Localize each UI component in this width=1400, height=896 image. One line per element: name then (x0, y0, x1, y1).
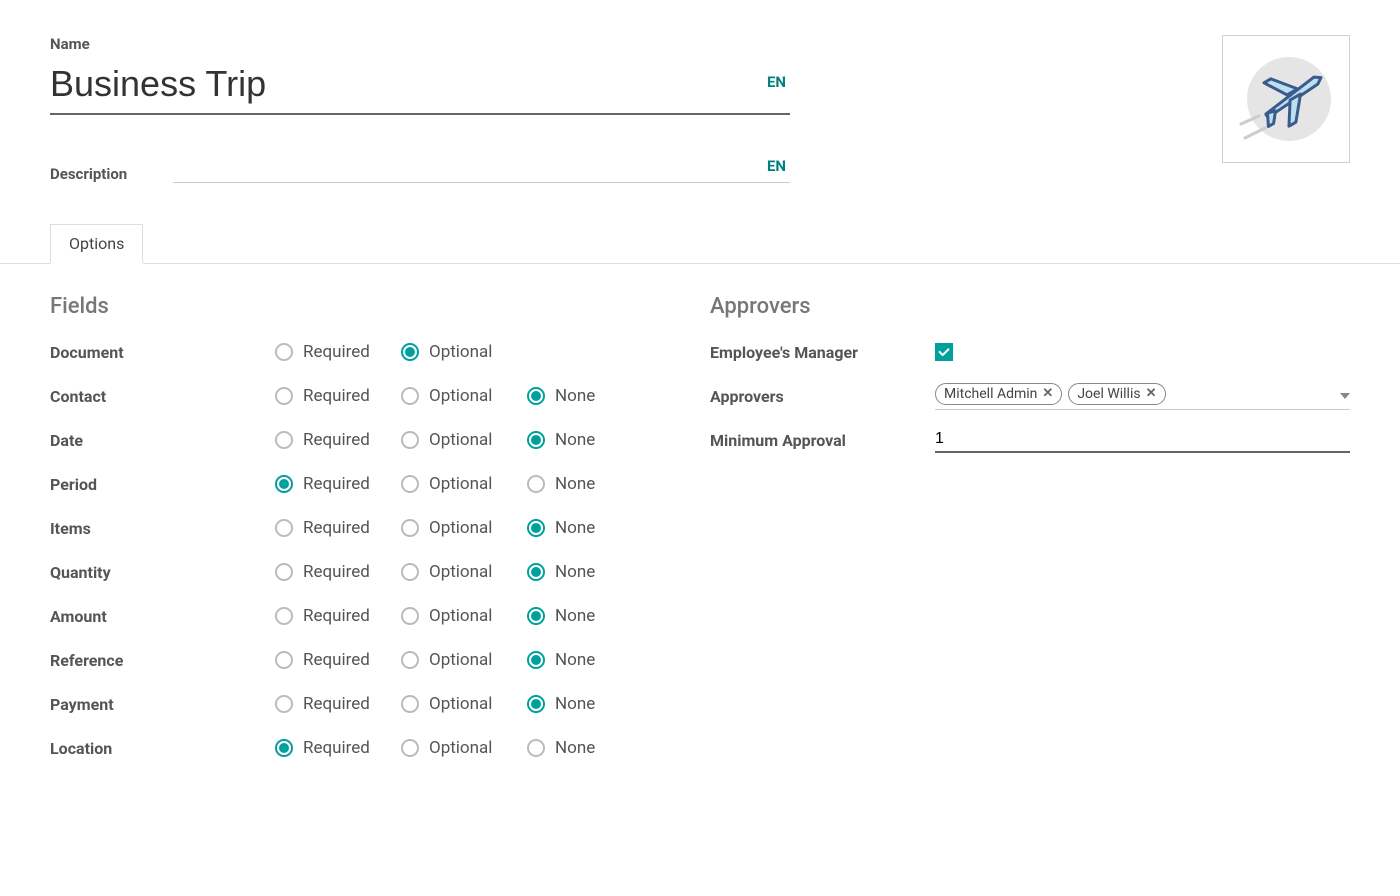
radio-label: Optional (429, 474, 492, 494)
radio-optional[interactable]: Optional (401, 606, 527, 626)
field-label: Document (50, 343, 275, 362)
radio-label: None (555, 606, 595, 626)
name-input[interactable] (50, 59, 790, 115)
name-label: Name (50, 35, 790, 53)
radio-label: Optional (429, 694, 492, 714)
close-icon[interactable]: ✕ (1146, 386, 1157, 401)
radio-label: Required (303, 518, 370, 538)
radio-optional[interactable]: Optional (401, 474, 527, 494)
approver-tag-label: Mitchell Admin (944, 386, 1037, 402)
fields-heading: Fields (50, 294, 630, 319)
approvers-heading: Approvers (710, 294, 1350, 319)
radio-none[interactable]: None (527, 518, 627, 538)
radio-label: Optional (429, 342, 492, 362)
radio-label: Optional (429, 650, 492, 670)
radio-none[interactable]: None (527, 430, 627, 450)
name-lang-badge[interactable]: EN (767, 73, 786, 91)
field-label: Location (50, 739, 275, 758)
radio-required[interactable]: Required (275, 430, 401, 450)
employee-manager-label: Employee's Manager (710, 343, 935, 362)
radio-none[interactable]: None (527, 562, 627, 582)
radio-label: Required (303, 606, 370, 626)
radio-optional[interactable]: Optional (401, 650, 527, 670)
radio-none[interactable]: None (527, 386, 627, 406)
employee-manager-checkbox[interactable] (935, 343, 953, 361)
approvers-label: Approvers (710, 387, 935, 406)
radio-label: Required (303, 694, 370, 714)
radio-label: None (555, 650, 595, 670)
radio-label: None (555, 474, 595, 494)
radio-label: Required (303, 738, 370, 758)
radio-label: Required (303, 430, 370, 450)
radio-label: Required (303, 650, 370, 670)
radio-label: Optional (429, 606, 492, 626)
radio-none[interactable]: None (527, 606, 627, 626)
description-input[interactable] (173, 155, 790, 183)
radio-label: None (555, 430, 595, 450)
approver-tag-label: Joel Willis (1077, 386, 1140, 402)
radio-optional[interactable]: Optional (401, 518, 527, 538)
field-label: Amount (50, 607, 275, 626)
min-approval-input[interactable] (935, 427, 1350, 451)
field-label: Period (50, 475, 275, 494)
radio-label: None (555, 694, 595, 714)
radio-label: None (555, 562, 595, 582)
description-label: Description (50, 165, 155, 183)
radio-label: Optional (429, 738, 492, 758)
radio-none[interactable]: None (527, 738, 627, 758)
field-label: Items (50, 519, 275, 538)
description-lang-badge[interactable]: EN (767, 157, 786, 175)
tab-options[interactable]: Options (50, 224, 143, 264)
radio-required[interactable]: Required (275, 342, 401, 362)
field-label: Payment (50, 695, 275, 714)
airplane-icon (1231, 44, 1341, 154)
radio-label: None (555, 738, 595, 758)
radio-optional[interactable]: Optional (401, 342, 527, 362)
radio-label: Optional (429, 518, 492, 538)
radio-none[interactable]: None (527, 474, 627, 494)
radio-label: Optional (429, 430, 492, 450)
radio-required[interactable]: Required (275, 474, 401, 494)
radio-required[interactable]: Required (275, 562, 401, 582)
radio-label: Required (303, 342, 370, 362)
radio-required[interactable]: Required (275, 386, 401, 406)
radio-optional[interactable]: Optional (401, 430, 527, 450)
radio-required[interactable]: Required (275, 650, 401, 670)
close-icon[interactable]: ✕ (1042, 386, 1053, 401)
radio-required[interactable]: Required (275, 518, 401, 538)
min-approval-label: Minimum Approval (710, 431, 935, 450)
approver-tag[interactable]: Joel Willis ✕ (1068, 383, 1165, 405)
radio-label: Required (303, 562, 370, 582)
approvers-input[interactable]: Mitchell Admin ✕ Joel Willis ✕ (935, 383, 1350, 410)
field-label: Quantity (50, 563, 275, 582)
radio-required[interactable]: Required (275, 738, 401, 758)
approvers-dropdown-icon[interactable] (1340, 384, 1350, 403)
radio-optional[interactable]: Optional (401, 562, 527, 582)
field-label: Date (50, 431, 275, 450)
radio-label: None (555, 518, 595, 538)
radio-optional[interactable]: Optional (401, 386, 527, 406)
field-label: Contact (50, 387, 275, 406)
radio-optional[interactable]: Optional (401, 738, 527, 758)
radio-label: None (555, 386, 595, 406)
radio-required[interactable]: Required (275, 606, 401, 626)
radio-label: Required (303, 386, 370, 406)
radio-required[interactable]: Required (275, 694, 401, 714)
radio-none[interactable]: None (527, 694, 627, 714)
approver-tag[interactable]: Mitchell Admin ✕ (935, 383, 1062, 405)
radio-label: Optional (429, 386, 492, 406)
category-image[interactable] (1222, 35, 1350, 163)
radio-label: Required (303, 474, 370, 494)
radio-none[interactable]: None (527, 650, 627, 670)
radio-label: Optional (429, 562, 492, 582)
field-label: Reference (50, 651, 275, 670)
radio-optional[interactable]: Optional (401, 694, 527, 714)
